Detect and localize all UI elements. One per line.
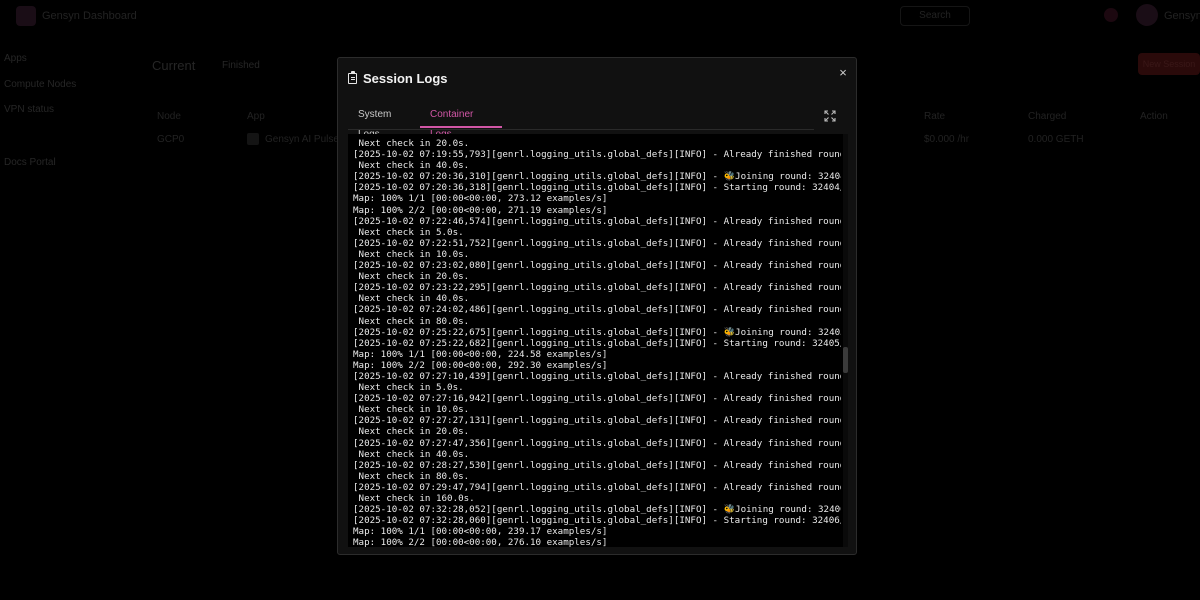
log-scrollbar[interactable] [843,134,848,547]
log-line: [2025-10-02 07:29:47,794][genrl.logging_… [353,481,841,493]
sidebar-item-docs-portal[interactable]: Docs Portal [4,157,56,168]
log-lines: Next check in 20.0s. [2025-10-02 07:19:55… [353,138,841,547]
log-line: Next check in 20.0s. [353,138,470,149]
cell-node: GCP0 [157,134,185,145]
log-line: Map: 100% 2/2 [00:00<00:00, 271.19 examp… [353,204,608,216]
log-line: Next check in 160.0s. [353,493,475,504]
sidebar-item-apps[interactable]: Apps [4,53,27,64]
log-line: [2025-10-02 07:19:55,793][genrl.logging_… [353,149,841,161]
cell-app[interactable]: Gensyn AI Pulse [265,134,339,145]
log-line: [2025-10-02 07:32:28,052][genrl.logging_… [353,504,841,516]
log-line: Next check in 20.0s. [353,426,470,438]
tab-current[interactable]: Current [152,58,195,73]
log-line: Next check in 10.0s. [353,404,470,416]
log-line: Next check in 80.0s. [353,315,470,327]
user-name: Gensyn [1164,10,1200,22]
session-logs-modal: Session Logs × System Logs Container Log… [337,57,857,555]
modal-title: Session Logs [363,70,448,86]
log-line: [2025-10-02 07:23:02,080][genrl.logging_… [353,260,841,272]
clipboard-icon [348,70,357,84]
log-tabs: System Logs Container Logs [348,105,814,140]
log-line: Map: 100% 1/1 [00:00<00:00, 224.58 examp… [353,348,608,360]
log-line: Next check in 40.0s. [353,160,470,172]
log-line: Next check in 20.0s. [353,271,470,283]
cell-charged: 0.000 GETH [1028,134,1084,145]
notification-icon[interactable] [1104,8,1118,22]
close-icon[interactable]: × [836,66,850,80]
tab-container-logs[interactable]: Container Logs [420,105,502,140]
log-line: Map: 100% 2/2 [00:00<00:00, 276.10 examp… [353,537,608,547]
column-header-action: Action [1140,111,1168,122]
log-line: [2025-10-02 07:27:16,942][genrl.logging_… [353,393,841,405]
fullscreen-icon[interactable] [824,110,836,122]
column-header-app: App [247,111,265,122]
app-brand: Gensyn Dashboard [42,10,137,22]
tab-finished[interactable]: Finished [222,60,260,71]
modal-header: Session Logs [348,68,448,88]
tab-system-logs[interactable]: System Logs [348,105,420,140]
log-line: [2025-10-02 07:20:36,310][genrl.logging_… [353,171,841,183]
log-line: [2025-10-02 07:24:02,486][genrl.logging_… [353,304,841,316]
avatar[interactable] [1136,4,1158,26]
log-line: Next check in 40.0s. [353,448,470,460]
column-header-charged: Charged [1028,111,1067,122]
search-button[interactable]: Search [900,6,970,26]
log-output[interactable]: Next check in 20.0s. [2025-10-02 07:19:55… [348,134,848,547]
log-line: Map: 100% 2/2 [00:00<00:00, 292.30 examp… [353,359,608,371]
log-line: [2025-10-02 07:28:27,530][genrl.logging_… [353,459,841,471]
column-header-rate: Rate [924,111,946,122]
log-line: Next check in 5.0s. [353,382,464,394]
new-session-button[interactable]: New Session [1138,53,1200,75]
column-header-node: Node [157,111,181,122]
log-line: [2025-10-02 07:23:22,295][genrl.logging_… [353,282,841,294]
log-line: [2025-10-02 07:27:10,439][genrl.logging_… [353,370,841,382]
app-logo [16,6,36,26]
log-line: Map: 100% 1/1 [00:00<00:00, 239.17 examp… [353,526,608,538]
log-line: Next check in 80.0s. [353,470,470,482]
log-line: Next check in 5.0s. [353,226,464,238]
log-line: [2025-10-02 07:25:22,682][genrl.logging_… [353,337,841,349]
scrollbar-thumb[interactable] [843,347,848,373]
log-line: Map: 100% 1/1 [00:00<00:00, 273.12 examp… [353,193,608,205]
log-line: [2025-10-02 07:27:27,131][genrl.logging_… [353,415,841,427]
log-line: [2025-10-02 07:25:22,675][genrl.logging_… [353,326,841,338]
log-line: [2025-10-02 07:22:46,574][genrl.logging_… [353,215,841,227]
app-icon [247,133,259,145]
log-line: [2025-10-02 07:20:36,318][genrl.logging_… [353,182,841,194]
cell-rate: $0.000 /hr [924,134,970,145]
sidebar-item-vpn-status[interactable]: VPN status [4,104,54,115]
log-line: [2025-10-02 07:22:51,752][genrl.logging_… [353,237,841,249]
log-line: Next check in 10.0s. [353,248,470,260]
log-line: Next check in 40.0s. [353,293,470,305]
log-line: [2025-10-02 07:27:47,356][genrl.logging_… [353,437,841,449]
log-line: [2025-10-02 07:32:28,060][genrl.logging_… [353,515,841,527]
sidebar-item-compute-nodes[interactable]: Compute Nodes [4,79,76,90]
